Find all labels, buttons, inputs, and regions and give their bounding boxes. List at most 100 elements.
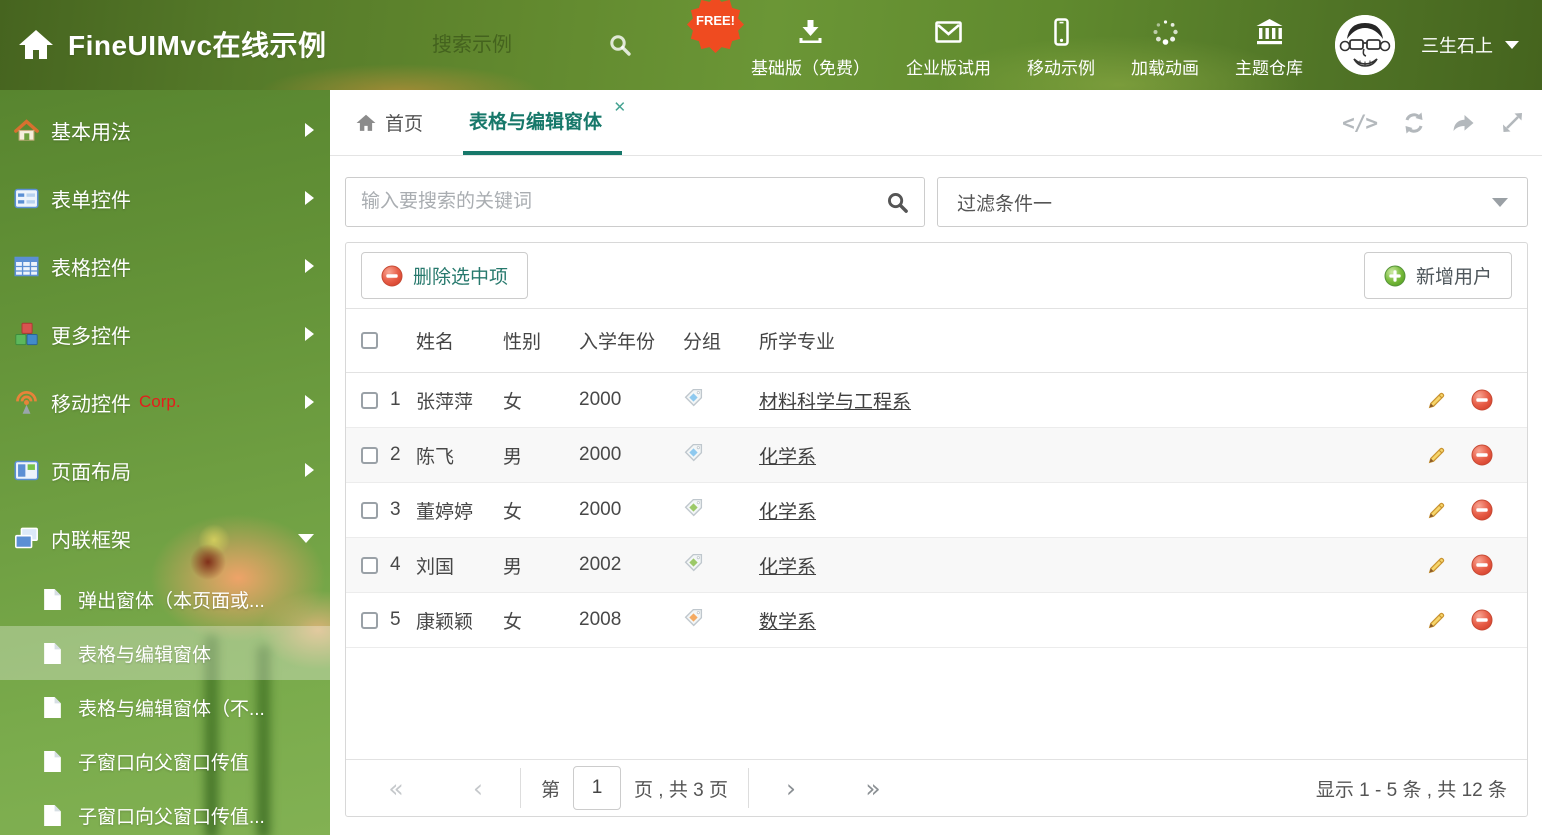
major-link[interactable]: 化学系 [759,557,816,578]
major-link[interactable]: 化学系 [759,447,816,468]
sidebar-subitem-grid-edit-window-2[interactable]: 表格与编辑窗体（不... [0,680,330,734]
sidebar-subitem-grid-edit-window[interactable]: 表格与编辑窗体 [0,626,330,680]
tag-icon [684,443,703,461]
first-page-button[interactable]: « [374,776,418,801]
row-index: 1 [390,389,401,410]
close-icon[interactable]: ✕ [613,100,626,115]
layout-icon [14,460,39,480]
keyword-search-input[interactable] [361,191,886,213]
plus-circle-icon [1384,265,1406,286]
cell-name: 董婷婷 [416,501,474,523]
chevron-down-icon [1492,197,1508,207]
header-search-input[interactable] [432,33,582,57]
select-all-checkbox[interactable] [361,332,378,349]
cell-gender: 男 [503,446,523,468]
tag-icon [684,553,703,571]
sidebar-item-more-controls[interactable]: 更多控件 [0,300,330,368]
chevron-down-icon [298,533,314,543]
page-count-label: 页 , 共 3 页 [634,779,728,801]
delete-icon[interactable] [1471,609,1493,631]
cell-group [683,607,759,634]
row-checkbox[interactable] [361,446,378,464]
search-icon[interactable] [886,191,909,214]
next-page-button[interactable]: › [769,776,813,801]
tag-icon [684,608,703,626]
chevron-right-icon [305,123,314,137]
avatar [1335,15,1395,75]
row-checkbox[interactable] [361,556,378,574]
nav-theme-store[interactable]: 主题仓库 [1217,17,1321,90]
minus-circle-icon [381,265,403,286]
delete-icon[interactable] [1471,554,1493,576]
sidebar-item-grid-controls[interactable]: 表格控件 [0,232,330,300]
chevron-right-icon [305,463,314,477]
view-source-icon[interactable]: </> [1342,111,1378,135]
row-checkbox[interactable] [361,611,378,629]
cubes-icon [15,322,38,345]
cell-major: 化学系 [759,497,1414,524]
nav-basic-edition[interactable]: 基础版（免费） [733,17,888,90]
tag-icon [684,498,703,516]
share-icon[interactable] [1451,111,1476,135]
major-link[interactable]: 材料科学与工程系 [759,392,911,413]
keyword-search-box[interactable] [345,177,925,227]
nav-mobile-demo[interactable]: 移动示例 [1009,17,1113,90]
filter-dropdown-value: 过滤条件一 [957,193,1053,215]
delete-icon[interactable] [1471,389,1493,411]
file-icon [44,642,61,664]
major-link[interactable]: 化学系 [759,502,816,523]
cell-name: 张萍萍 [416,391,474,413]
row-index: 4 [390,554,401,575]
bank-icon [1256,19,1282,45]
sidebar-subitem-child-to-parent-2[interactable]: 子窗口向父窗口传值... [0,788,330,835]
chevron-down-icon [1505,41,1519,49]
col-name[interactable]: 姓名 [416,327,503,354]
major-link[interactable]: 数学系 [759,612,816,633]
col-gender[interactable]: 性别 [503,327,579,354]
sidebar-item-basic-usage[interactable]: 基本用法 [0,96,330,164]
row-checkbox[interactable] [361,391,378,409]
spinner-icon [1153,20,1178,45]
sidebar-subitem-child-to-parent[interactable]: 子窗口向父窗口传值 [0,734,330,788]
last-page-button[interactable]: » [851,776,895,801]
col-major[interactable]: 所学专业 [759,327,1414,354]
logo[interactable]: FineUIMvc在线示例 [18,24,327,64]
filter-dropdown[interactable]: 过滤条件一 [937,177,1528,227]
search-icon[interactable] [608,33,632,57]
cell-year: 2002 [579,554,622,575]
delete-icon[interactable] [1471,444,1493,466]
divider [747,768,749,808]
table-row: 2 陈飞 男 2000 化学系 [346,428,1527,483]
edit-icon[interactable] [1426,445,1447,466]
add-user-button[interactable]: 新增用户 [1363,252,1512,299]
cell-edit [1414,610,1459,631]
edit-icon[interactable] [1426,390,1447,411]
prev-page-button[interactable]: ‹ [456,776,500,801]
delete-icon[interactable] [1471,499,1493,521]
edit-icon[interactable] [1426,500,1447,521]
edit-icon[interactable] [1426,610,1447,631]
row-index: 3 [390,499,401,520]
refresh-icon[interactable] [1402,111,1426,135]
header-search[interactable] [432,26,632,64]
tab-grid-edit-window[interactable]: 表格与编辑窗体 ✕ [463,90,626,155]
col-group[interactable]: 分组 [683,327,759,354]
delete-selected-button[interactable]: 删除选中项 [361,252,529,299]
tab-toolbar: </> [1342,90,1524,155]
sidebar-item-page-layout[interactable]: 页面布局 [0,436,330,504]
sidebar-item-inline-frame[interactable]: 内联框架 [0,504,330,572]
sidebar-subitem-popup-window[interactable]: 弹出窗体（本页面或... [0,572,330,626]
row-checkbox[interactable] [361,501,378,519]
tab-home[interactable]: 首页 [356,90,423,155]
edit-icon[interactable] [1426,555,1447,576]
expand-icon[interactable] [1501,111,1524,134]
nav-enterprise-trial[interactable]: 企业版试用 [888,17,1009,90]
sidebar-item-mobile-controls[interactable]: 移动控件 Corp. [0,368,330,436]
cell-year: 2000 [579,389,622,410]
nav-loading-animation[interactable]: 加载动画 [1113,17,1217,90]
page-number-input[interactable] [573,766,622,810]
sidebar-item-form-controls[interactable]: 表单控件 [0,164,330,232]
file-icon [44,588,61,610]
user-menu[interactable]: 三生石上 [1335,15,1519,75]
col-year[interactable]: 入学年份 [579,327,683,354]
